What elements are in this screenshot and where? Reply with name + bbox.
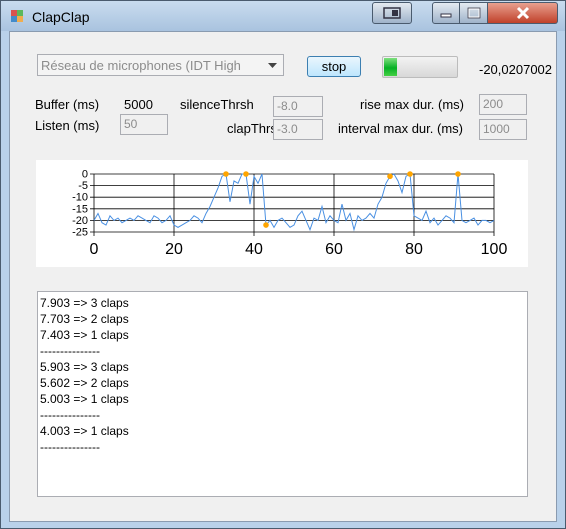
clap-log[interactable]: 7.903 => 3 claps 7.703 => 2 claps 7.403 =>… bbox=[37, 291, 528, 497]
window-title: ClapClap bbox=[32, 9, 90, 25]
chart-svg: 0-5-10-15-20-250 20 40 60 80 100 bbox=[72, 169, 508, 259]
log-line: 5.602 => 2 claps bbox=[40, 376, 129, 390]
listen-input[interactable]: 50 bbox=[120, 114, 168, 135]
title-bar[interactable]: ClapClap bbox=[1, 1, 565, 31]
log-line: 5.003 => 1 claps bbox=[40, 392, 129, 406]
rise-max-duration-input[interactable]: 200 bbox=[479, 94, 527, 115]
silence-threshold-label: silenceThrsh bbox=[180, 97, 254, 112]
y-tick-label: 0 bbox=[82, 169, 88, 181]
x-tick-label: 40 bbox=[245, 241, 263, 258]
peak-marker bbox=[455, 171, 461, 177]
series-line bbox=[93, 173, 495, 232]
close-button[interactable] bbox=[488, 2, 558, 24]
log-line: 7.403 => 1 claps bbox=[40, 328, 129, 342]
x-tick-label: 60 bbox=[325, 241, 343, 258]
y-tick-label: -5 bbox=[78, 180, 88, 192]
silence-threshold-input[interactable]: -8.0 bbox=[273, 96, 323, 117]
peak-marker bbox=[407, 171, 413, 177]
snap-icon bbox=[383, 7, 401, 19]
log-line: 7.903 => 3 claps bbox=[40, 296, 129, 310]
peak-marker bbox=[387, 173, 393, 180]
listen-label: Listen (ms) bbox=[35, 118, 100, 133]
stop-button[interactable]: stop bbox=[307, 56, 361, 77]
x-tick-label: 100 bbox=[481, 241, 508, 258]
interval-max-duration-input[interactable]: 1000 bbox=[479, 119, 527, 140]
log-line: --------------- bbox=[40, 408, 100, 422]
close-icon bbox=[516, 6, 529, 20]
log-line: --------------- bbox=[40, 344, 100, 358]
y-tick-label: -10 bbox=[72, 192, 88, 204]
level-progress-fill bbox=[384, 58, 397, 76]
client-area: Réseau de microphones (IDT High stop -20… bbox=[9, 31, 557, 522]
y-tick-label: -15 bbox=[72, 203, 88, 215]
log-line: 4.003 => 1 claps bbox=[40, 424, 129, 438]
minimize-icon bbox=[440, 13, 452, 18]
level-value: -20,0207002 bbox=[479, 62, 553, 77]
clap-threshold-input[interactable]: -3.0 bbox=[273, 119, 323, 140]
y-tick-label: -25 bbox=[72, 227, 88, 239]
y-tick-label: -20 bbox=[72, 215, 88, 227]
level-progress-bar bbox=[382, 56, 458, 78]
peak-marker bbox=[263, 222, 269, 228]
snap-button[interactable] bbox=[372, 2, 412, 24]
chevron-down-icon[interactable] bbox=[262, 56, 282, 74]
peak-marker bbox=[243, 171, 249, 177]
audio-level-chart: 0 -5 -10 -15 -20 -25 0 20 40 60 80 100 bbox=[36, 160, 528, 267]
rise-max-duration-label: rise max dur. (ms) bbox=[360, 97, 465, 112]
buffer-label: Buffer (ms) bbox=[35, 97, 100, 112]
interval-max-duration-label: interval max dur. (ms) bbox=[338, 121, 463, 136]
log-line: 5.903 => 3 claps bbox=[40, 360, 129, 374]
x-tick-label: 0 bbox=[90, 241, 99, 258]
app-icon bbox=[11, 10, 23, 22]
microphone-select-value: Réseau de microphones (IDT High bbox=[41, 58, 241, 73]
peak-marker bbox=[223, 171, 229, 177]
buffer-value: 5000 bbox=[124, 97, 153, 112]
microphone-select[interactable]: Réseau de microphones (IDT High bbox=[37, 54, 284, 76]
maximize-icon bbox=[467, 7, 480, 19]
x-tick-label: 80 bbox=[405, 241, 423, 258]
log-line: --------------- bbox=[40, 440, 100, 454]
log-line: 7.703 => 2 claps bbox=[40, 312, 129, 326]
maximize-button[interactable] bbox=[460, 2, 488, 24]
x-tick-label: 20 bbox=[165, 241, 183, 258]
app-window: ClapClap Réseau de microphones (IDT High… bbox=[0, 0, 566, 529]
minimize-button[interactable] bbox=[432, 2, 460, 24]
